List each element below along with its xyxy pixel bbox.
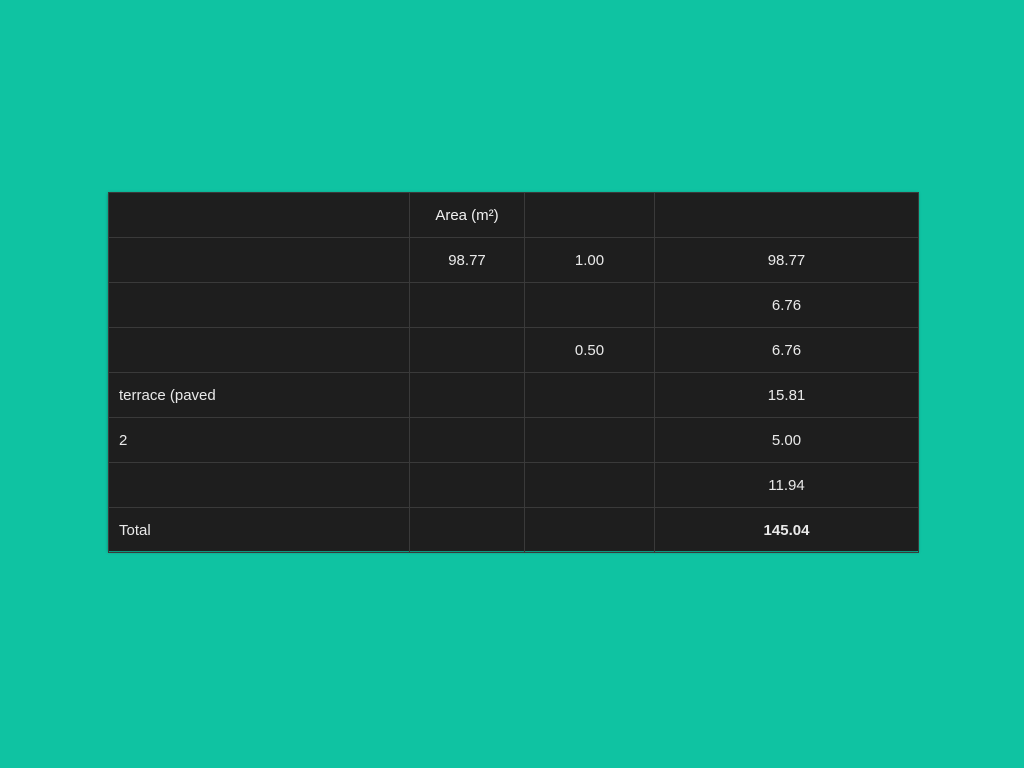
table-row: 2 5.00 [108,417,919,463]
row-area [409,417,525,463]
row-label [108,327,410,373]
row-label [108,237,410,283]
row-label [108,282,410,328]
area-table: Area (m²) 98.77 1.00 98.77 6.76 0.50 6.7… [108,192,919,553]
row-weighted: 5.00 [654,417,919,463]
row-factor: 0.50 [524,327,655,373]
total-area [409,507,525,553]
header-weighted [654,192,919,238]
row-factor [524,462,655,508]
row-area [409,372,525,418]
header-factor [524,192,655,238]
total-factor [524,507,655,553]
row-label: terrace (paved [108,372,410,418]
total-row: Total 145.04 [108,507,919,553]
row-weighted: 98.77 [654,237,919,283]
row-weighted: 15.81 [654,372,919,418]
total-weighted: 145.04 [654,507,919,553]
row-label: 2 [108,417,410,463]
table-row: 11.94 [108,462,919,508]
row-factor [524,417,655,463]
row-area [409,327,525,373]
total-label: Total [108,507,410,553]
table-header-row: Area (m²) [108,192,919,238]
table-row: terrace (paved 15.81 [108,372,919,418]
table-row: 98.77 1.00 98.77 [108,237,919,283]
row-label [108,462,410,508]
table-row: 6.76 [108,282,919,328]
row-weighted: 6.76 [654,327,919,373]
header-area: Area (m²) [409,192,525,238]
row-factor [524,372,655,418]
table-row: 0.50 6.76 [108,327,919,373]
row-area: 98.77 [409,237,525,283]
row-weighted: 11.94 [654,462,919,508]
header-label [108,192,410,238]
row-factor [524,282,655,328]
area-table-panel: Area (m²) 98.77 1.00 98.77 6.76 0.50 6.7… [108,192,919,553]
row-weighted: 6.76 [654,282,919,328]
row-area [409,282,525,328]
row-area [409,462,525,508]
row-factor: 1.00 [524,237,655,283]
